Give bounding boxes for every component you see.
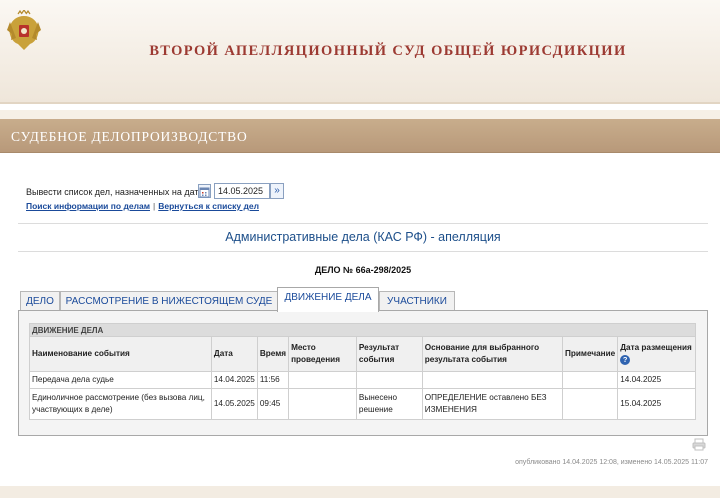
table-row: Единоличное рассмотрение (без вызова лиц…: [29, 388, 696, 420]
cell-note: [562, 388, 619, 420]
cell-place: [288, 371, 357, 389]
col-header-posted: Дата размещения ?: [617, 336, 696, 372]
table-row: Передача дела судье 14.04.2025 11:56 14.…: [29, 371, 696, 389]
case-number: ДЕЛО № 66а-298/2025: [314, 265, 412, 275]
print-icon[interactable]: [692, 438, 706, 451]
double-chevron-right-icon[interactable]: »: [270, 183, 284, 199]
col-header-basis: Основание для выбранного результата собы…: [421, 336, 564, 372]
site-header: ВТОРОЙ АПЕЛЛЯЦИОННЫЙ СУД ОБЩЕЙ ЮРИСДИКЦИ…: [0, 0, 720, 104]
date-filter-label: Вывести список дел, назначенных на дату: [26, 187, 204, 197]
search-cases-link[interactable]: Поиск информации по делам: [26, 201, 150, 211]
page: ВТОРОЙ АПЕЛЛЯЦИОННЫЙ СУД ОБЩЕЙ ЮРИСДИКЦИ…: [0, 0, 720, 498]
case-category: Административные дела (КАС РФ) - апелляц…: [225, 230, 501, 244]
tab-participants[interactable]: УЧАСТНИКИ: [379, 291, 455, 311]
tab-panel: ДВИЖЕНИЕ ДЕЛА Наименование события Дата …: [18, 310, 708, 436]
tab-case-movement[interactable]: ДВИЖЕНИЕ ДЕЛА: [277, 287, 379, 312]
header-divider: [0, 110, 720, 119]
cell-event: Единоличное рассмотрение (без вызова лиц…: [29, 388, 212, 420]
divider-bottom: [18, 251, 708, 252]
court-title: ВТОРОЙ АПЕЛЛЯЦИОННЫЙ СУД ОБЩЕЙ ЮРИСДИКЦИ…: [149, 43, 627, 59]
table-group-row: ДВИЖЕНИЕ ДЕЛА: [29, 323, 696, 337]
section-bar: СУДЕБНОЕ ДЕЛОПРОИЗВОДСТВО: [0, 119, 720, 153]
back-to-list-link[interactable]: Вернуться к списку дел: [158, 201, 259, 211]
help-icon[interactable]: ?: [620, 354, 631, 365]
link-separator: |: [153, 201, 156, 211]
cell-result: [355, 371, 423, 389]
tab-case[interactable]: ДЕЛО: [20, 291, 60, 311]
cell-basis: ОПРЕДЕЛЕНИЕ оставлено БЕЗ ИЗМЕНЕНИЯ: [421, 388, 564, 420]
date-input[interactable]: [214, 183, 270, 199]
table-header-row: Наименование события Дата Время Место пр…: [29, 336, 696, 372]
cell-posted: 15.04.2025: [617, 388, 696, 420]
cell-basis: [421, 371, 564, 389]
cell-place: [288, 388, 357, 420]
tab-lower-court[interactable]: РАССМОТРЕНИЕ В НИЖЕСТОЯЩЕМ СУДЕ: [60, 291, 278, 311]
cell-result: Вынесено решение: [355, 388, 423, 420]
cell-date: 14.04.2025: [210, 371, 258, 389]
col-header-date: Дата: [210, 336, 258, 372]
col-header-note: Примечание: [562, 336, 619, 372]
cell-time: 11:56: [256, 371, 290, 389]
navigation-links: Поиск информации по делам | Вернуться к сп…: [26, 201, 259, 211]
section-title: СУДЕБНОЕ ДЕЛОПРОИЗВОДСТВО: [11, 129, 248, 144]
cell-event: Передача дела судье: [29, 371, 212, 389]
cell-time: 09:45: [256, 388, 290, 420]
col-header-event: Наименование события: [29, 336, 212, 372]
events-table: ДВИЖЕНИЕ ДЕЛА Наименование события Дата …: [29, 323, 696, 420]
table-group-title: ДВИЖЕНИЕ ДЕЛА: [29, 323, 696, 337]
col-header-posted-label: Дата размещения: [620, 343, 692, 352]
col-header-time: Время: [256, 336, 290, 372]
calendar-icon[interactable]: [198, 184, 211, 198]
divider-top: [18, 223, 708, 224]
cell-posted: 14.04.2025: [617, 371, 696, 389]
footer-band: [0, 486, 720, 498]
published-note: опубликовано 14.04.2025 12:08, изменено …: [515, 459, 708, 466]
cell-note: [562, 371, 619, 389]
events-table-wrap: ДВИЖЕНИЕ ДЕЛА Наименование события Дата …: [29, 323, 696, 420]
cell-date: 14.05.2025: [210, 388, 258, 420]
col-header-place: Место проведения: [288, 336, 357, 372]
col-header-result: Результат события: [355, 336, 423, 372]
